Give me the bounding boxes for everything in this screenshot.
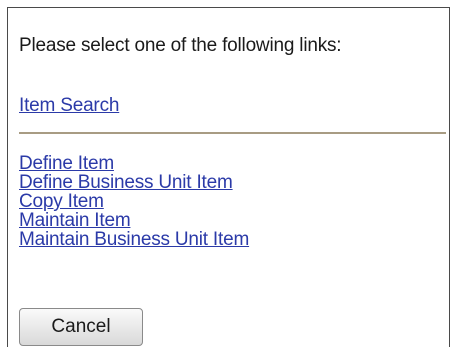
define-item-link[interactable]: Define Item <box>19 154 249 173</box>
instruction-text: Please select one of the following links… <box>19 35 342 56</box>
item-search-link[interactable]: Item Search <box>19 96 119 115</box>
divider <box>19 132 446 134</box>
maintain-item-link[interactable]: Maintain Item <box>19 211 249 230</box>
item-links-list: Define Item Define Business Unit Item Co… <box>19 154 249 249</box>
define-business-unit-item-link[interactable]: Define Business Unit Item <box>19 173 249 192</box>
link-selection-panel: Please select one of the following links… <box>7 7 450 347</box>
copy-item-link[interactable]: Copy Item <box>19 192 249 211</box>
cancel-button[interactable]: Cancel <box>19 308 143 346</box>
maintain-business-unit-item-link[interactable]: Maintain Business Unit Item <box>19 230 249 249</box>
